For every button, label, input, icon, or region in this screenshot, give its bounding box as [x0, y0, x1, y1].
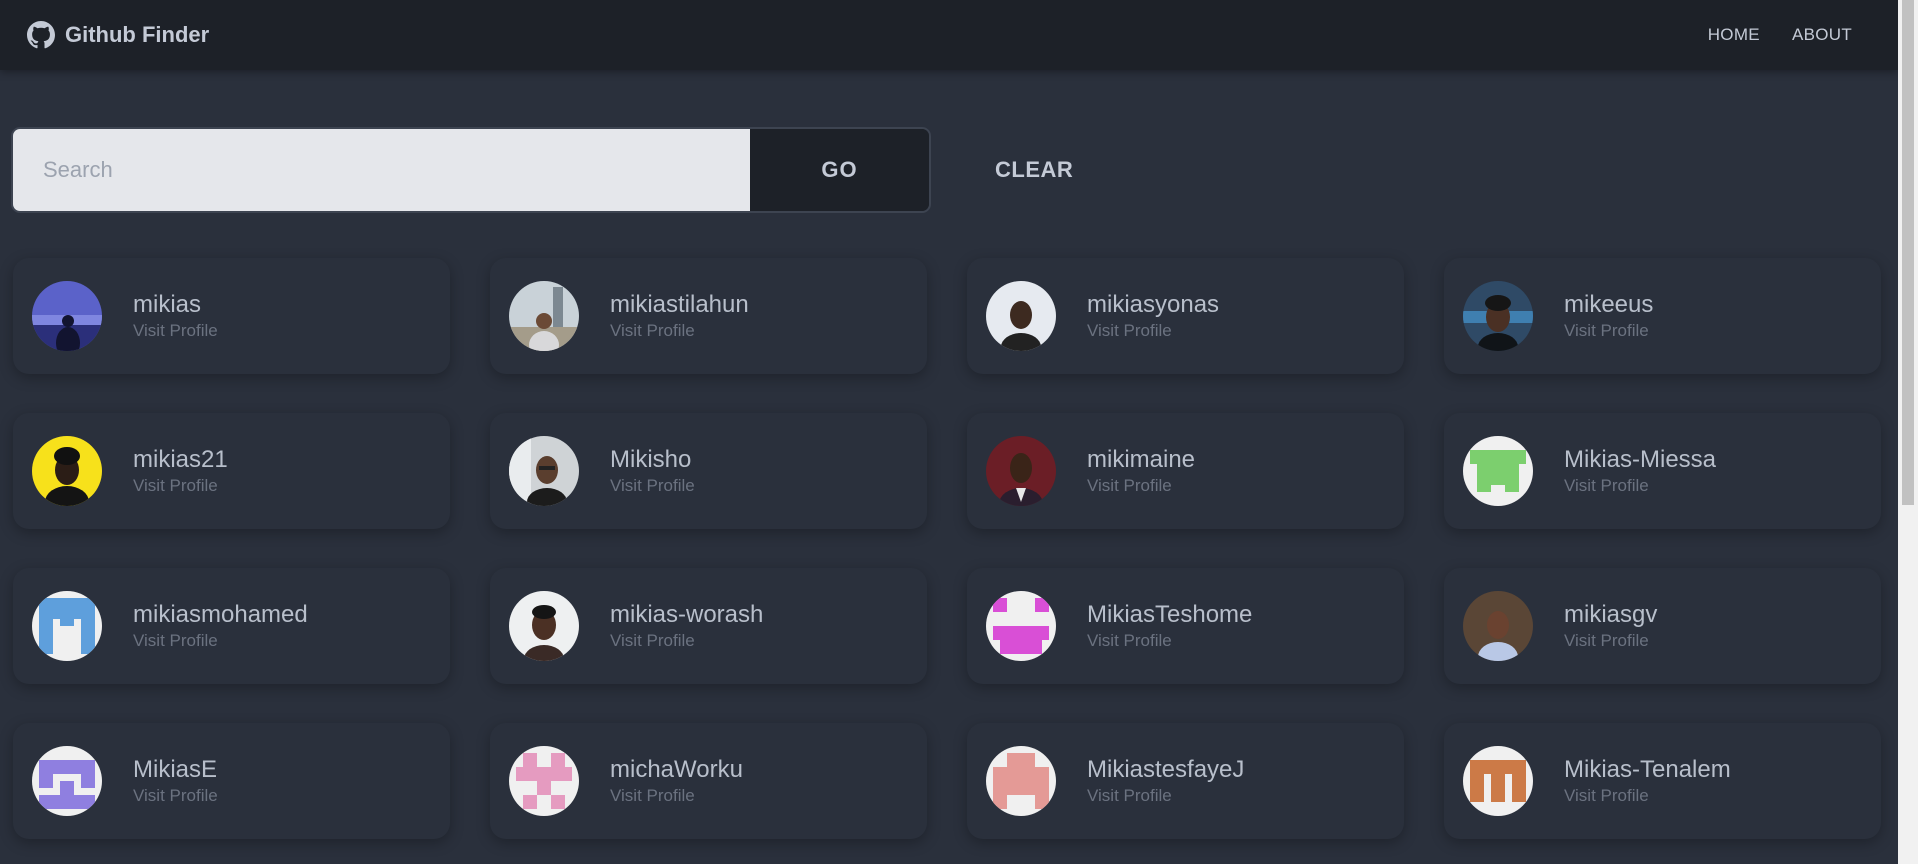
user-card[interactable]: michaWorku Visit Profile	[490, 723, 927, 839]
user-card[interactable]: mikiastilahun Visit Profile	[490, 258, 927, 374]
visit-profile-link[interactable]: Visit Profile	[610, 630, 763, 652]
visit-profile-link[interactable]: Visit Profile	[133, 475, 228, 497]
avatar	[32, 436, 102, 506]
user-card[interactable]: mikias21 Visit Profile	[13, 413, 450, 529]
user-card[interactable]: mikiasyonas Visit Profile	[967, 258, 1404, 374]
visit-profile-link[interactable]: Visit Profile	[1564, 785, 1731, 807]
nav-about-link[interactable]: ABOUT	[1792, 25, 1852, 45]
username: mikeeus	[1564, 291, 1654, 318]
avatar	[509, 746, 579, 816]
search-input[interactable]	[13, 129, 750, 211]
avatar	[986, 281, 1056, 351]
avatar	[986, 591, 1056, 661]
username: mikimaine	[1087, 446, 1196, 473]
visit-profile-link[interactable]: Visit Profile	[133, 320, 218, 342]
user-card[interactable]: mikias Visit Profile	[13, 258, 450, 374]
user-card[interactable]: Mikias-Tenalem Visit Profile	[1444, 723, 1881, 839]
avatar	[1463, 591, 1533, 661]
avatar	[1463, 436, 1533, 506]
avatar	[32, 591, 102, 661]
user-card[interactable]: MikiasE Visit Profile	[13, 723, 450, 839]
visit-profile-link[interactable]: Visit Profile	[610, 320, 749, 342]
visit-profile-link[interactable]: Visit Profile	[1564, 630, 1657, 652]
avatar	[32, 746, 102, 816]
avatar	[509, 281, 579, 351]
username: mikias21	[133, 446, 228, 473]
user-card[interactable]: mikeeus Visit Profile	[1444, 258, 1881, 374]
visit-profile-link[interactable]: Visit Profile	[1564, 475, 1716, 497]
avatar	[509, 436, 579, 506]
scrollbar-thumb[interactable]	[1902, 0, 1914, 505]
visit-profile-link[interactable]: Visit Profile	[1087, 785, 1244, 807]
user-card[interactable]: Mikias-Miessa Visit Profile	[1444, 413, 1881, 529]
avatar	[32, 281, 102, 351]
user-grid: mikias Visit Profile mikiastilahun Visit…	[13, 258, 1881, 839]
github-icon	[27, 21, 55, 49]
app-title: Github Finder	[65, 22, 210, 47]
visit-profile-link[interactable]: Visit Profile	[133, 785, 218, 807]
avatar	[986, 436, 1056, 506]
user-card[interactable]: MikiastesfayeJ Visit Profile	[967, 723, 1404, 839]
navbar: Github Finder HOME ABOUT	[0, 0, 1898, 70]
username: MikiasTeshome	[1087, 601, 1253, 628]
clear-button[interactable]: CLEAR	[989, 156, 1079, 184]
visit-profile-link[interactable]: Visit Profile	[1564, 320, 1653, 342]
avatar	[509, 591, 579, 661]
brand[interactable]: Github Finder	[27, 21, 209, 49]
username: mikiasgv	[1564, 601, 1658, 628]
username: MikiastesfayeJ	[1087, 756, 1245, 783]
user-card[interactable]: mikiasmohamed Visit Profile	[13, 568, 450, 684]
nav-home-link[interactable]: HOME	[1708, 25, 1760, 45]
user-card[interactable]: mikiasgv Visit Profile	[1444, 568, 1881, 684]
go-button[interactable]: GO	[750, 129, 929, 211]
username: mikiasyonas	[1087, 291, 1220, 318]
user-card[interactable]: MikiasTeshome Visit Profile	[967, 568, 1404, 684]
username: michaWorku	[610, 756, 743, 783]
username: Mikias-Miessa	[1564, 446, 1717, 473]
visit-profile-link[interactable]: Visit Profile	[133, 630, 308, 652]
username: mikias-worash	[610, 601, 764, 628]
avatar	[1463, 746, 1533, 816]
username: mikias	[133, 291, 202, 318]
search-form: GO	[11, 127, 931, 213]
scrollbar[interactable]	[1898, 0, 1918, 864]
username: mikiastilahun	[610, 291, 749, 318]
visit-profile-link[interactable]: Visit Profile	[1087, 475, 1195, 497]
username: Mikisho	[610, 446, 692, 473]
user-card[interactable]: Mikisho Visit Profile	[490, 413, 927, 529]
visit-profile-link[interactable]: Visit Profile	[1087, 630, 1252, 652]
nav-links: HOME ABOUT	[1708, 25, 1852, 45]
avatar	[986, 746, 1056, 816]
visit-profile-link[interactable]: Visit Profile	[610, 475, 695, 497]
username: MikiasE	[133, 756, 218, 783]
visit-profile-link[interactable]: Visit Profile	[610, 785, 743, 807]
avatar	[1463, 281, 1533, 351]
search-row: GO CLEAR	[11, 127, 1079, 213]
user-card[interactable]: mikimaine Visit Profile	[967, 413, 1404, 529]
visit-profile-link[interactable]: Visit Profile	[1087, 320, 1219, 342]
user-card[interactable]: mikias-worash Visit Profile	[490, 568, 927, 684]
username: mikiasmohamed	[133, 601, 308, 628]
username: Mikias-Tenalem	[1564, 756, 1731, 783]
